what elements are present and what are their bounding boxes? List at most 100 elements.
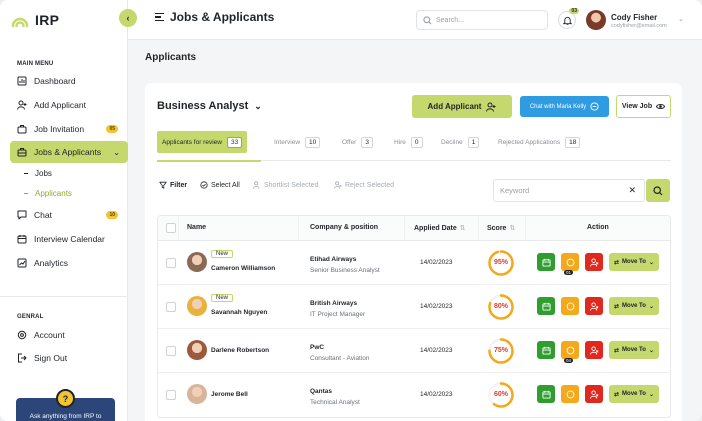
active-tab-indicator bbox=[157, 160, 261, 162]
move-to-dropdown[interactable]: ⇄ Move To ⌄ bbox=[609, 385, 659, 403]
chevron-down-icon: ⌄ bbox=[648, 391, 654, 398]
tab-decline[interactable]: Decline 1 bbox=[441, 131, 480, 153]
column-header-score[interactable]: Score ⇅ bbox=[487, 224, 515, 233]
add-applicant-label: Add Applicant bbox=[427, 102, 482, 111]
filter-button[interactable]: Filter bbox=[159, 181, 187, 189]
column-header-applied-date[interactable]: Applied Date ⇅ bbox=[414, 224, 466, 233]
schedule-interview-button[interactable] bbox=[537, 253, 555, 271]
collapse-sidebar-button[interactable]: ‹ bbox=[119, 9, 137, 27]
candidate-name[interactable]: Jerome Bell bbox=[211, 391, 248, 398]
chevron-down-icon[interactable]: ⌄ bbox=[678, 15, 684, 23]
tab-interview[interactable]: Interview 10 bbox=[274, 131, 321, 153]
clear-icon[interactable]: ✕ bbox=[628, 185, 636, 196]
move-to-label: Move To bbox=[622, 347, 646, 353]
column-divider bbox=[478, 216, 479, 240]
sidebar-item-sign-out[interactable]: Sign Out bbox=[10, 347, 128, 369]
calendar-icon bbox=[541, 390, 551, 399]
tab-offer[interactable]: Offer 3 bbox=[342, 131, 373, 153]
row-checkbox[interactable] bbox=[166, 302, 176, 312]
tab-applicants-for-review[interactable]: Applicants for review 33 bbox=[157, 131, 248, 153]
reject-user-icon bbox=[589, 345, 598, 355]
sidebar-item-interview-calendar[interactable]: Interview Calendar bbox=[10, 228, 128, 250]
question-icon: ? bbox=[56, 389, 75, 408]
sort-icon[interactable]: ⇅ bbox=[460, 224, 466, 232]
applied-date: 14/02/2023 bbox=[420, 391, 453, 398]
add-applicant-button[interactable]: Add Applicant bbox=[412, 95, 512, 118]
user-avatar[interactable] bbox=[586, 10, 606, 30]
column-header-name: Name bbox=[187, 224, 207, 231]
candidate-name[interactable]: Cameron Williamson bbox=[211, 265, 275, 272]
reject-candidate-button[interactable] bbox=[585, 297, 603, 315]
help-card[interactable]: ? Ask anything from IRP to bbox=[16, 389, 115, 421]
sidebar-item-job-invitation[interactable]: Job Invitation 05 bbox=[10, 118, 128, 140]
message-button[interactable] bbox=[561, 385, 579, 403]
score-value: 95% bbox=[493, 259, 508, 266]
move-to-dropdown[interactable]: ⇄ Move To ⌄ bbox=[609, 253, 659, 271]
keyword-search-button[interactable] bbox=[646, 179, 670, 202]
message-button[interactable] bbox=[561, 297, 579, 315]
sort-icon[interactable]: ⇅ bbox=[509, 224, 515, 232]
reject-candidate-button[interactable] bbox=[585, 341, 603, 359]
candidate-name[interactable]: Darlene Robertson bbox=[211, 347, 269, 354]
row-checkbox[interactable] bbox=[166, 258, 176, 268]
select-all-checkbox[interactable] bbox=[166, 223, 176, 233]
sidebar-item-analytics[interactable]: Analytics bbox=[10, 252, 128, 274]
tab-count: 18 bbox=[565, 136, 581, 148]
schedule-interview-button[interactable] bbox=[537, 341, 555, 359]
applicants-card: Business Analyst ⌄ Add Applicant Chat wi… bbox=[145, 83, 682, 421]
row-checkbox[interactable] bbox=[166, 390, 176, 400]
reject-candidate-button[interactable] bbox=[585, 385, 603, 403]
signout-icon bbox=[17, 353, 27, 363]
score-value: 60% bbox=[493, 391, 508, 398]
sidebar-subitem-jobs[interactable]: Jobs bbox=[24, 169, 52, 178]
user-name[interactable]: Cody Fisher bbox=[611, 13, 657, 22]
position-title: Consultant - Aviation bbox=[310, 355, 370, 362]
sidebar-divider bbox=[0, 296, 128, 297]
chat-with-candidate-button[interactable]: Chat with Maria Kelly bbox=[520, 96, 609, 117]
view-job-button[interactable]: View Job bbox=[616, 95, 671, 118]
bell-icon bbox=[562, 16, 572, 25]
applied-date: 14/02/2023 bbox=[420, 259, 453, 266]
candidate-name[interactable]: Savannah Nguyen bbox=[211, 309, 267, 316]
schedule-interview-button[interactable] bbox=[537, 385, 555, 403]
page-title: Applicants bbox=[145, 52, 197, 63]
reject-user-icon bbox=[334, 181, 342, 189]
score-value: 80% bbox=[493, 303, 508, 310]
row-checkbox[interactable] bbox=[166, 346, 176, 356]
table-row: Darlene Robertson PwC Consultant - Aviat… bbox=[158, 329, 670, 373]
role-dropdown[interactable]: Business Analyst ⌄ bbox=[157, 100, 262, 112]
move-to-dropdown[interactable]: ⇄ Move To ⌄ bbox=[609, 297, 659, 315]
message-button[interactable]: 01 bbox=[561, 253, 579, 275]
applicants-table: Name Company & position Applied Date ⇅ Sc… bbox=[157, 215, 671, 418]
search-input[interactable]: Search... bbox=[416, 10, 548, 30]
move-to-dropdown[interactable]: ⇄ Move To ⌄ bbox=[609, 341, 659, 359]
sidebar-item-account[interactable]: Account bbox=[10, 324, 128, 346]
sidebar-item-label: Sign Out bbox=[34, 353, 68, 363]
sidebar-item-add-applicant[interactable]: Add Applicant bbox=[10, 94, 128, 116]
reject-candidate-button[interactable] bbox=[585, 253, 603, 271]
sidebar-item-chat[interactable]: Chat 10 bbox=[10, 204, 128, 226]
sidebar-item-dashboard[interactable]: Dashboard bbox=[10, 70, 128, 92]
header-title-text: Jobs & Applicants bbox=[170, 10, 275, 24]
chat-button-label: Chat with Maria Kelly bbox=[529, 103, 587, 110]
sidebar-subitem-applicants[interactable]: Applicants bbox=[24, 189, 72, 198]
company-name: British Airways bbox=[310, 300, 358, 307]
swap-icon: ⇄ bbox=[614, 303, 620, 310]
shortlist-selected-button[interactable]: Shortlist Selected bbox=[253, 181, 318, 189]
select-all-button[interactable]: Select All bbox=[200, 181, 240, 189]
notifications-button[interactable]: 03 bbox=[558, 8, 579, 29]
swap-icon: ⇄ bbox=[614, 259, 620, 266]
chevron-down-icon: ⌄ bbox=[648, 259, 654, 266]
menu-icon[interactable] bbox=[155, 13, 164, 21]
sidebar-item-jobs-applicants[interactable]: Jobs & Applicants ⌄ bbox=[10, 141, 128, 163]
logo-icon bbox=[11, 17, 29, 28]
tab-rejected-applications[interactable]: Rejected Applications 18 bbox=[498, 131, 581, 153]
score-ring: 60% bbox=[487, 381, 515, 409]
schedule-interview-button[interactable] bbox=[537, 297, 555, 315]
reject-selected-button[interactable]: Reject Selected bbox=[334, 181, 394, 189]
candidate-avatar bbox=[187, 252, 207, 272]
keyword-input[interactable]: Keyword ✕ bbox=[493, 179, 645, 202]
message-button[interactable]: 04 bbox=[561, 341, 579, 363]
column-divider bbox=[525, 216, 526, 240]
tab-hire[interactable]: Hire 0 bbox=[394, 131, 423, 153]
